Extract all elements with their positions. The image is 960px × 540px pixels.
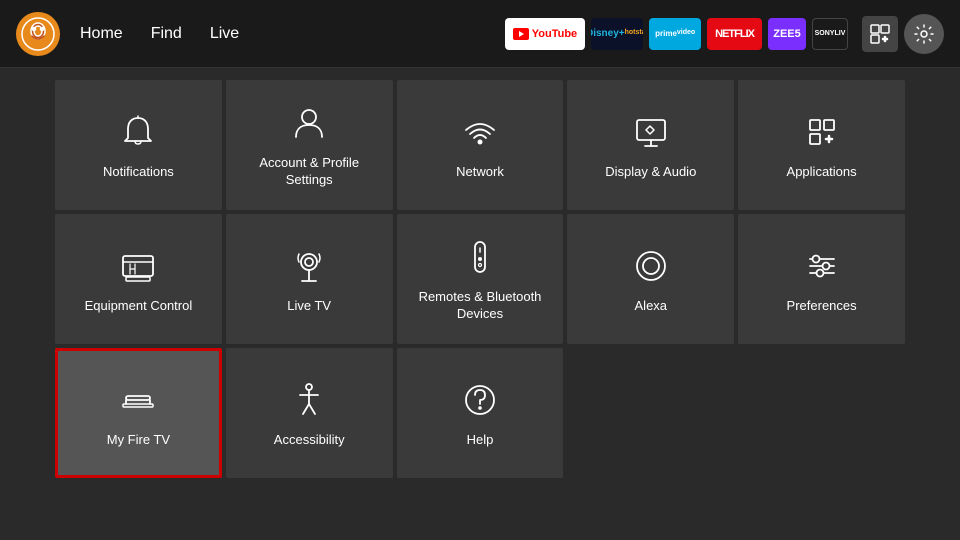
tile-help-label: Help xyxy=(467,432,494,449)
app-netflix[interactable]: NETFLIX xyxy=(707,18,762,50)
settings-gear-button[interactable] xyxy=(904,14,944,54)
app-disney-hotstar[interactable]: Disney+ hotstar xyxy=(591,18,643,50)
tile-notifications[interactable]: Notifications xyxy=(55,80,222,210)
accessibility-icon xyxy=(289,380,329,420)
app-sony-liv[interactable]: SONY LIV xyxy=(812,18,848,50)
tile-account-label: Account & Profile Settings xyxy=(238,155,381,189)
bell-icon xyxy=(118,112,158,152)
app-logo[interactable] xyxy=(16,12,60,56)
display-icon xyxy=(631,112,671,152)
sliders-icon xyxy=(802,246,842,286)
tv-icon xyxy=(118,246,158,286)
app-youtube[interactable]: YouTube xyxy=(505,18,585,50)
top-nav: Home Find Live YouTube Disney+ hotstar p… xyxy=(0,0,960,68)
tile-remotes-bluetooth[interactable]: Remotes & Bluetooth Devices xyxy=(397,214,564,344)
tile-applications-label: Applications xyxy=(787,164,857,181)
tile-alexa[interactable]: Alexa xyxy=(567,214,734,344)
tile-notifications-label: Notifications xyxy=(103,164,174,181)
tile-display-audio[interactable]: Display & Audio xyxy=(567,80,734,210)
nav-links: Home Find Live xyxy=(80,25,239,43)
tile-live-tv[interactable]: Live TV xyxy=(226,214,393,344)
app-prime-video[interactable]: prime video xyxy=(649,18,701,50)
nav-find[interactable]: Find xyxy=(151,25,182,43)
tile-accessibility[interactable]: Accessibility xyxy=(226,348,393,478)
tile-preferences-label: Preferences xyxy=(787,298,857,315)
tile-account-profile[interactable]: Account & Profile Settings xyxy=(226,80,393,210)
tile-remotes-label: Remotes & Bluetooth Devices xyxy=(409,289,552,323)
tile-network[interactable]: Network xyxy=(397,80,564,210)
alexa-icon xyxy=(631,246,671,286)
nav-app-shortcuts: YouTube Disney+ hotstar prime video NETF… xyxy=(505,18,848,50)
tile-display-label: Display & Audio xyxy=(605,164,696,181)
tile-equipment-control[interactable]: Equipment Control xyxy=(55,214,222,344)
tile-empty-1 xyxy=(567,348,734,478)
wifi-icon xyxy=(460,112,500,152)
apps-icon xyxy=(802,112,842,152)
antenna-icon xyxy=(289,246,329,286)
tile-network-label: Network xyxy=(456,164,504,181)
nav-home[interactable]: Home xyxy=(80,25,123,43)
tile-empty-2 xyxy=(738,348,905,478)
app-zee5[interactable]: ZEE5 xyxy=(768,18,806,50)
nav-live[interactable]: Live xyxy=(210,25,239,43)
tile-applications[interactable]: Applications xyxy=(738,80,905,210)
remote-icon xyxy=(460,237,500,277)
firetv-icon xyxy=(118,380,158,420)
tile-accessibility-label: Accessibility xyxy=(274,432,345,449)
settings-grid: Notifications Account & Profile Settings xyxy=(55,80,905,478)
tile-alexa-label: Alexa xyxy=(635,298,668,315)
help-icon xyxy=(460,380,500,420)
tile-my-fire-tv-label: My Fire TV xyxy=(107,432,170,449)
person-icon xyxy=(289,103,329,143)
tile-equipment-label: Equipment Control xyxy=(85,298,193,315)
tile-live-tv-label: Live TV xyxy=(287,298,331,315)
tile-my-fire-tv[interactable]: My Fire TV xyxy=(55,348,222,478)
settings-area: Notifications Account & Profile Settings xyxy=(0,68,960,540)
tile-help[interactable]: Help xyxy=(397,348,564,478)
tile-preferences[interactable]: Preferences xyxy=(738,214,905,344)
apps-grid-button[interactable] xyxy=(862,16,898,52)
